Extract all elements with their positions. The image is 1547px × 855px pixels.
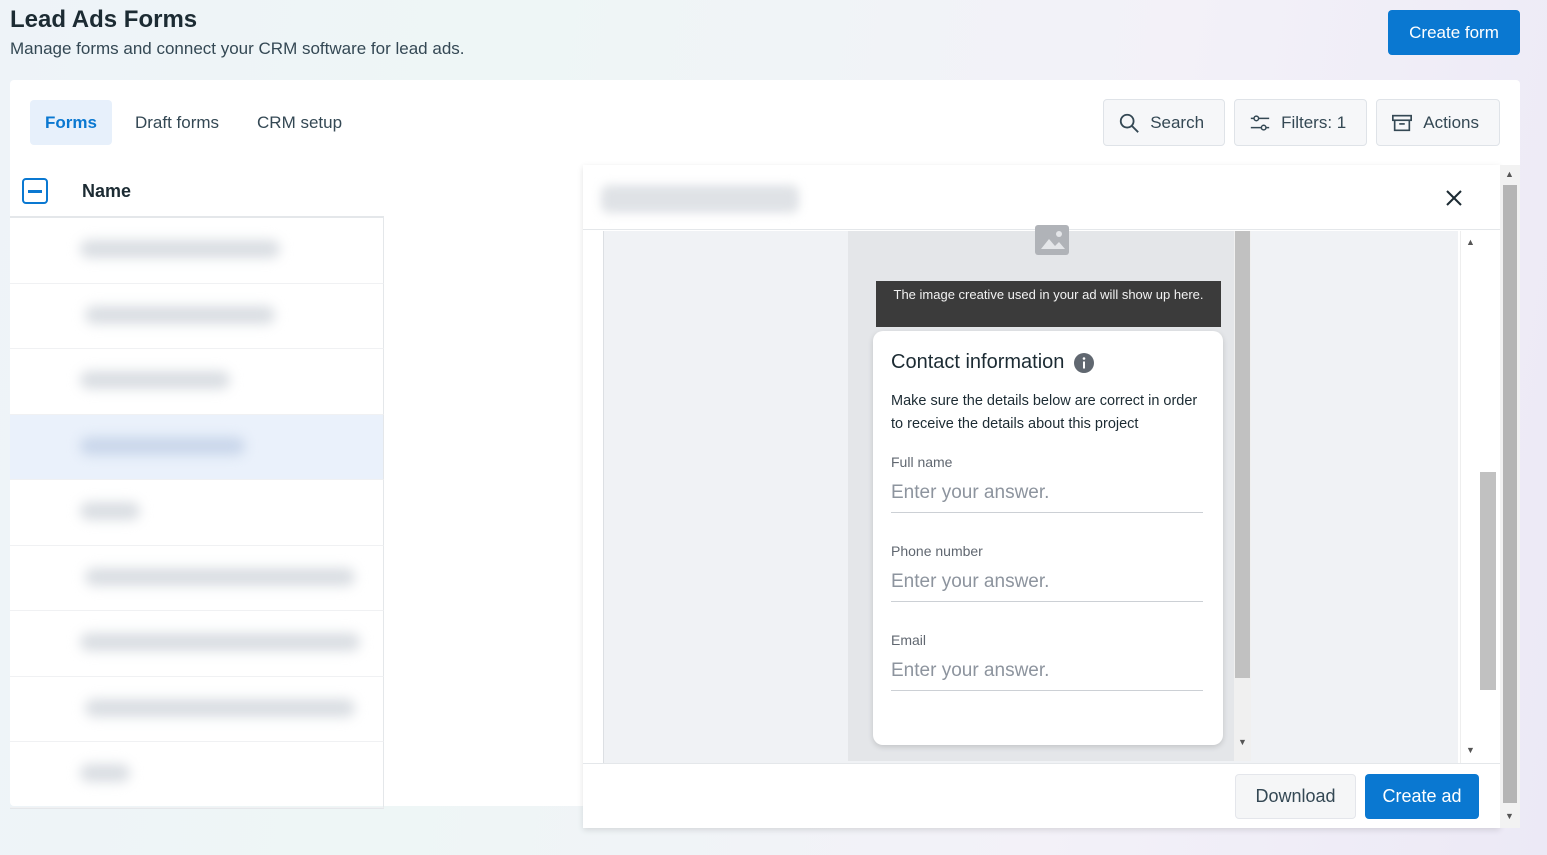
toolbar: Search Filters: 1 Actions bbox=[1103, 99, 1500, 146]
preview-scroll-thumb[interactable] bbox=[1480, 472, 1496, 690]
table-row[interactable] bbox=[10, 349, 384, 415]
info-icon[interactable] bbox=[1074, 352, 1095, 373]
table-row[interactable] bbox=[10, 676, 384, 742]
phone-number-input[interactable]: Enter your answer. bbox=[891, 571, 1203, 602]
filters-label: Filters: 1 bbox=[1281, 112, 1347, 132]
field-label: Full name bbox=[891, 454, 953, 470]
page-scrollbar[interactable]: ▲ ▼ bbox=[1500, 165, 1520, 828]
table-row[interactable] bbox=[10, 414, 384, 480]
close-icon[interactable] bbox=[1442, 186, 1466, 210]
table-header: Name bbox=[10, 166, 384, 218]
phone-number-field: Phone number Enter your answer. bbox=[891, 543, 1205, 602]
filter-sliders-icon bbox=[1250, 114, 1270, 131]
image-creative-tooltip: The image creative used in your ad will … bbox=[876, 281, 1221, 327]
tab-forms[interactable]: Forms bbox=[30, 100, 112, 145]
scroll-up-arrow-icon[interactable]: ▲ bbox=[1466, 237, 1475, 247]
panel-header bbox=[583, 165, 1500, 230]
scroll-down-arrow-icon[interactable]: ▼ bbox=[1466, 745, 1475, 755]
archive-box-icon bbox=[1392, 114, 1413, 131]
table-row[interactable] bbox=[10, 611, 384, 677]
phone-preview: The image creative used in your ad will … bbox=[848, 225, 1251, 761]
filters-button[interactable]: Filters: 1 bbox=[1234, 99, 1368, 146]
form-preview-panel: The image creative used in your ad will … bbox=[583, 165, 1500, 828]
create-ad-button[interactable]: Create ad bbox=[1365, 774, 1479, 819]
search-label: Search bbox=[1150, 112, 1205, 132]
scroll-down-arrow-icon[interactable]: ▼ bbox=[1238, 737, 1247, 747]
column-header-name[interactable]: Name bbox=[82, 181, 131, 202]
contact-info-card: Contact information Make sure the detail… bbox=[873, 331, 1223, 745]
panel-title-redacted bbox=[601, 185, 799, 213]
email-input[interactable]: Enter your answer. bbox=[891, 660, 1203, 691]
field-label: Email bbox=[891, 632, 927, 648]
scroll-up-arrow-icon[interactable]: ▲ bbox=[1505, 169, 1514, 179]
field-label: Phone number bbox=[891, 543, 983, 559]
tab-crm-setup[interactable]: CRM setup bbox=[242, 100, 357, 145]
create-form-button[interactable]: Create form bbox=[1388, 10, 1520, 55]
table-row[interactable] bbox=[10, 545, 384, 611]
scroll-down-arrow-icon[interactable]: ▼ bbox=[1505, 811, 1514, 821]
full-name-input[interactable]: Enter your answer. bbox=[891, 482, 1203, 513]
table-row[interactable] bbox=[10, 742, 384, 808]
search-button[interactable]: Search bbox=[1103, 99, 1226, 146]
preview-area: The image creative used in your ad will … bbox=[603, 225, 1481, 763]
table-row[interactable] bbox=[10, 480, 384, 546]
panel-footer: Download Create ad bbox=[583, 763, 1500, 828]
card-title: Contact information bbox=[891, 351, 1205, 374]
tab-bar: Forms Draft forms CRM setup bbox=[30, 100, 357, 145]
page-title: Lead Ads Forms bbox=[10, 6, 198, 33]
page-subtitle: Manage forms and connect your CRM softwa… bbox=[10, 39, 465, 58]
table-row[interactable] bbox=[10, 283, 384, 349]
actions-button[interactable]: Actions bbox=[1376, 99, 1500, 146]
tab-draft-forms[interactable]: Draft forms bbox=[120, 100, 234, 145]
select-all-checkbox[interactable] bbox=[22, 178, 48, 204]
phone-scrollbar[interactable]: ▼ bbox=[1234, 231, 1251, 761]
card-description: Make sure the details below are correct … bbox=[891, 393, 1198, 432]
search-icon bbox=[1120, 113, 1140, 133]
table-footer-divider bbox=[10, 807, 384, 809]
image-placeholder-icon bbox=[1035, 225, 1069, 255]
actions-label: Actions bbox=[1423, 112, 1479, 132]
card-title-text: Contact information bbox=[891, 351, 1065, 373]
preview-scrollbar[interactable]: ▲ ▼ bbox=[1460, 231, 1481, 763]
table-row[interactable] bbox=[10, 218, 384, 284]
full-name-field: Full name Enter your answer. bbox=[891, 454, 1205, 513]
phone-scroll-thumb[interactable] bbox=[1235, 231, 1250, 678]
page-scroll-thumb[interactable] bbox=[1503, 185, 1517, 803]
email-field: Email Enter your answer. bbox=[891, 632, 1205, 691]
forms-table: Name bbox=[10, 166, 384, 809]
download-button[interactable]: Download bbox=[1235, 774, 1356, 819]
